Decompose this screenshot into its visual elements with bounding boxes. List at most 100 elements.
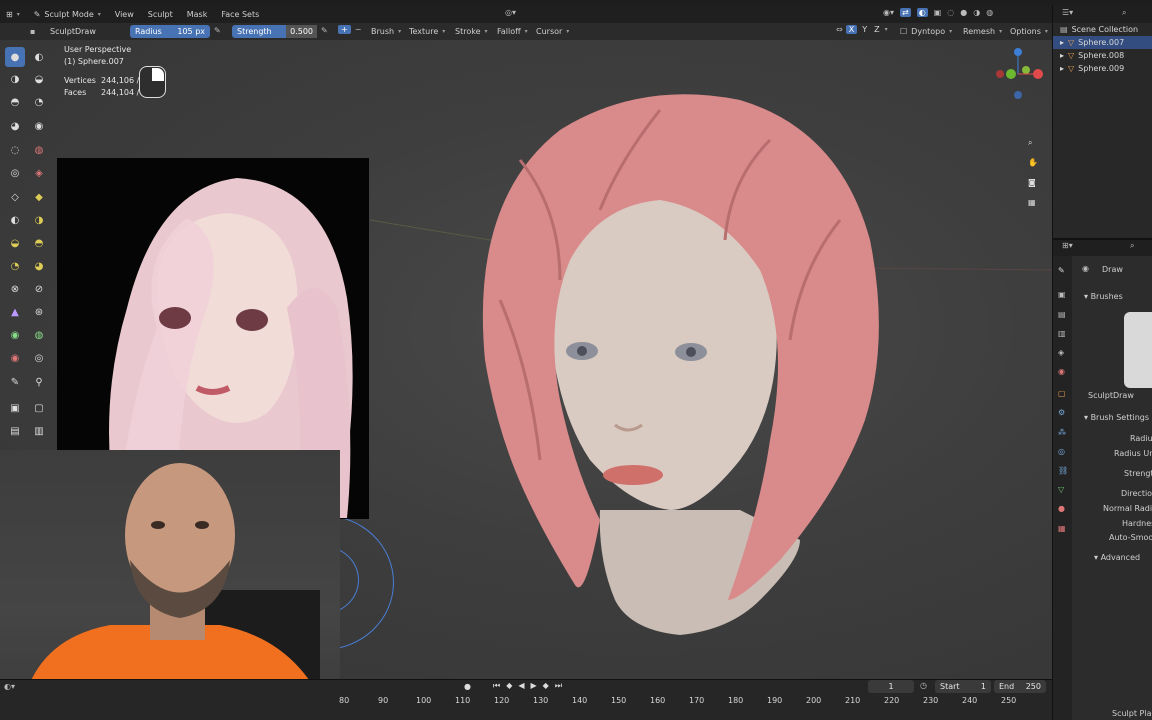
timeline-ruler[interactable]: 80 90 100 110 120 130 140 150 160 170 18… bbox=[330, 696, 1052, 710]
end-frame-field[interactable]: End 250 bbox=[994, 680, 1046, 693]
editor-type-button[interactable]: ⊞ ▾ bbox=[6, 10, 20, 19]
modifier-tab-icon[interactable]: ⚙ bbox=[1058, 408, 1065, 417]
area-divider[interactable] bbox=[0, 679, 1052, 680]
shading-wire-icon[interactable]: ◌ bbox=[947, 8, 954, 17]
world-tab-icon[interactable]: ◉ bbox=[1058, 367, 1065, 376]
cloth-tool-icon[interactable]: ⊛ bbox=[29, 302, 49, 322]
brush-preview-thumbnail[interactable] bbox=[1124, 312, 1152, 388]
simplify-tool-icon[interactable]: ◉ bbox=[5, 325, 25, 345]
shading-render-icon[interactable]: ◍ bbox=[986, 8, 993, 17]
axis-x-button[interactable]: X bbox=[845, 25, 858, 34]
current-frame-field[interactable]: 1 bbox=[868, 680, 914, 693]
hand-icon[interactable]: ✋ bbox=[1028, 158, 1038, 167]
view-layer-tab-icon[interactable]: ▥ bbox=[1058, 329, 1066, 338]
smooth-tool-icon[interactable]: ◌ bbox=[5, 140, 25, 160]
jump-start-icon[interactable]: ⏮ bbox=[493, 681, 500, 691]
output-tab-icon[interactable]: ▤ bbox=[1058, 310, 1066, 319]
brush-name[interactable]: SculptDraw bbox=[50, 27, 96, 36]
clock-icon[interactable]: ◷ bbox=[920, 681, 927, 690]
constraints-tab-icon[interactable]: ⛓ bbox=[1058, 466, 1068, 475]
outliner-row[interactable]: ▸ ▽ Sphere.007 bbox=[1052, 36, 1152, 49]
nudge-tool-icon[interactable]: ◕ bbox=[29, 256, 49, 276]
add-icon[interactable]: + bbox=[338, 25, 351, 34]
flatten-tool-icon[interactable]: ◍ bbox=[29, 140, 49, 160]
prev-keyframe-icon[interactable]: ◆ bbox=[506, 681, 512, 691]
record-icon[interactable]: ● bbox=[464, 682, 471, 691]
slide-relax-tool-icon[interactable]: ⊘ bbox=[29, 279, 49, 299]
data-tab-icon[interactable]: ▽ bbox=[1058, 485, 1064, 494]
boundary-tool-icon[interactable]: ▲ bbox=[5, 302, 25, 322]
brush-label[interactable]: Draw bbox=[1102, 265, 1123, 274]
menu-view[interactable]: View bbox=[115, 10, 134, 19]
mask-tool-icon[interactable]: ◍ bbox=[29, 325, 49, 345]
menu-sculpt[interactable]: Sculpt bbox=[148, 10, 173, 19]
shading-solid-icon[interactable]: ● bbox=[960, 8, 967, 17]
remesh-menu[interactable]: Remesh ▾ bbox=[963, 27, 1002, 36]
brushes-panel-header[interactable]: ▾ Brushes bbox=[1084, 292, 1123, 301]
snake-hook-tool-icon[interactable]: ◒ bbox=[5, 233, 25, 253]
blob-tool-icon[interactable]: ◕ bbox=[5, 116, 25, 136]
multires-displacement-tool-icon[interactable]: ◎ bbox=[29, 348, 49, 368]
scene-tab-icon[interactable]: ◈ bbox=[1058, 348, 1064, 357]
draw-face-sets-tool-icon[interactable]: ◉ bbox=[5, 348, 25, 368]
overlay-icon[interactable]: ◐ bbox=[916, 8, 928, 17]
paint-tool-icon[interactable]: ✎ bbox=[5, 372, 25, 392]
brush-preview-name[interactable]: SculptDraw bbox=[1088, 391, 1134, 400]
clay-strips-tool-icon[interactable]: ◒ bbox=[29, 69, 49, 89]
box-hide-tool-icon[interactable]: ▤ bbox=[5, 421, 25, 441]
material-tab-icon[interactable]: ● bbox=[1058, 504, 1065, 513]
area-divider[interactable] bbox=[1052, 5, 1053, 720]
crease-tool-icon[interactable]: ◉ bbox=[29, 116, 49, 136]
scene-collection-row[interactable]: ▤ Scene Collection bbox=[1052, 23, 1152, 36]
box-face-set-tool-icon[interactable]: ▥ bbox=[29, 421, 49, 441]
draw-sharp-tool-icon[interactable]: ◐ bbox=[29, 47, 49, 67]
grab-tool-icon[interactable]: ◐ bbox=[5, 210, 25, 230]
zoom-icon[interactable]: ⌕ bbox=[1028, 138, 1032, 148]
shading-material-icon[interactable]: ◑ bbox=[973, 8, 980, 17]
scrape-tool-icon[interactable]: ◈ bbox=[29, 163, 49, 183]
outliner-row[interactable]: ▸ ▽ Sphere.008 bbox=[1052, 49, 1152, 62]
outliner-editor-icon[interactable]: ☰▾ bbox=[1062, 8, 1073, 17]
properties-editor-icon[interactable]: ⊞▾ bbox=[1062, 241, 1073, 250]
xray-icon[interactable]: ▣ bbox=[934, 8, 942, 17]
render-tab-icon[interactable]: ▣ bbox=[1058, 290, 1066, 299]
options-menu[interactable]: Options ▾ bbox=[1010, 27, 1048, 36]
play-reverse-icon[interactable]: ◀ bbox=[518, 681, 524, 691]
pinch-tool-icon[interactable]: ◆ bbox=[29, 187, 49, 207]
texture-tab-icon[interactable]: ▦ bbox=[1058, 524, 1066, 533]
rotate-tool-icon[interactable]: ⊗ bbox=[5, 279, 25, 299]
inflate-tool-icon[interactable]: ◔ bbox=[29, 92, 49, 112]
axis-y-button[interactable]: Y bbox=[860, 25, 869, 34]
pose-tool-icon[interactable]: ◔ bbox=[5, 256, 25, 276]
gizmo-toggle-icon[interactable]: ⇄ bbox=[900, 8, 911, 17]
texture-menu[interactable]: Texture ▾ bbox=[409, 27, 445, 36]
particles-tab-icon[interactable]: ⁂ bbox=[1058, 428, 1066, 437]
axis-gizmo-icon[interactable] bbox=[992, 42, 1048, 104]
brush-menu[interactable]: Brush ▾ bbox=[371, 27, 401, 36]
clay-tool-icon[interactable]: ◑ bbox=[5, 69, 25, 89]
grid-icon[interactable]: ▦ bbox=[1028, 198, 1036, 207]
dyntopo-toggle[interactable]: ☐ Dyntopo ▾ bbox=[900, 27, 952, 36]
menu-mask[interactable]: Mask bbox=[187, 10, 208, 19]
area-divider[interactable] bbox=[1052, 238, 1152, 240]
brush-settings-panel-header[interactable]: ▾ Brush Settings bbox=[1084, 413, 1149, 422]
menu-face-sets[interactable]: Face Sets bbox=[221, 10, 259, 19]
jump-end-icon[interactable]: ⏭ bbox=[555, 681, 562, 691]
strength-pressure-icon[interactable]: ✎ bbox=[321, 26, 328, 35]
advanced-subpanel[interactable]: ▾ Advanced bbox=[1094, 553, 1140, 562]
axis-z-button[interactable]: Z bbox=[872, 25, 881, 34]
next-keyframe-icon[interactable]: ◆ bbox=[543, 681, 549, 691]
sculpt-model[interactable] bbox=[482, 94, 879, 635]
timeline-editor-icon[interactable]: ◐▾ bbox=[4, 682, 15, 691]
subtract-icon[interactable]: − bbox=[355, 25, 362, 34]
search-icon[interactable]: ⌕ bbox=[1122, 8, 1126, 18]
physics-tab-icon[interactable]: ◎ bbox=[1058, 447, 1065, 456]
layer-tool-icon[interactable]: ◓ bbox=[5, 92, 25, 112]
tool-tab-icon[interactable]: ✎ bbox=[1058, 266, 1065, 275]
stroke-menu[interactable]: Stroke ▾ bbox=[455, 27, 488, 36]
play-icon[interactable]: ▶ bbox=[531, 681, 537, 691]
mode-selector[interactable]: ✎ Sculpt Mode ▾ bbox=[34, 10, 101, 19]
multiplane-tool-icon[interactable]: ◇ bbox=[5, 187, 25, 207]
draw-tool-icon[interactable]: ● bbox=[5, 47, 25, 67]
object-tab-icon[interactable]: ▢ bbox=[1058, 389, 1066, 398]
